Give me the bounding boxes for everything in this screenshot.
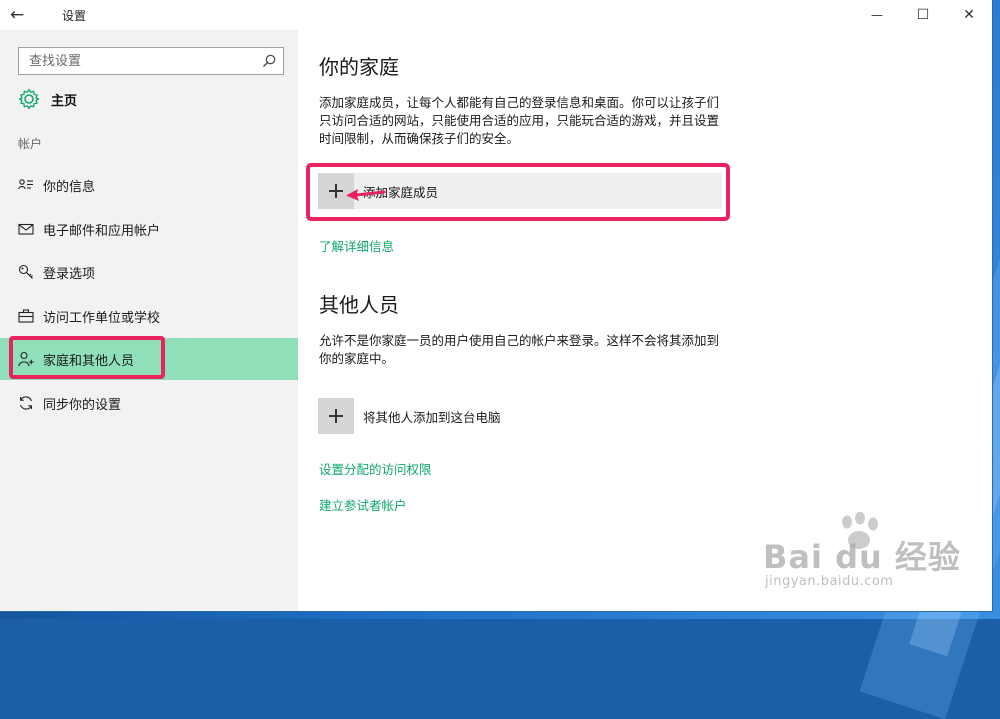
baidu-watermark: Bai du 经验 jingyan.baidu.com bbox=[763, 512, 963, 602]
other-people-description: 允许不是你家庭一员的用户使用自己的帐户来登录。这样不会将其添加到你的家庭中。 bbox=[319, 333, 720, 366]
window-title: 设置 bbox=[62, 9, 87, 23]
watermark-url-text: jingyan.baidu.com bbox=[765, 574, 894, 589]
sync-icon bbox=[19, 396, 33, 410]
maximize-button[interactable]: ☐ bbox=[900, 0, 946, 30]
family-section-title: 你的家庭 bbox=[319, 55, 399, 79]
close-icon: ✕ bbox=[963, 7, 975, 23]
sidebar-item-label: 访问工作单位或学校 bbox=[43, 311, 161, 326]
other-people-section-title: 其他人员 bbox=[319, 293, 399, 317]
minimize-icon: — bbox=[871, 8, 883, 22]
minimize-button[interactable]: — bbox=[854, 0, 900, 30]
maximize-icon: ☐ bbox=[916, 7, 930, 23]
settings-window: ← 设置 — ☐ ✕ 主页 帐户 bbox=[0, 0, 992, 611]
briefcase-icon bbox=[18, 309, 34, 323]
search-icon[interactable] bbox=[261, 53, 277, 69]
kiosk-account-link[interactable]: 建立参试者帐户 bbox=[319, 495, 407, 514]
add-other-person-label: 将其他人添加到这台电脑 bbox=[363, 410, 501, 425]
sidebar-item-email-accounts[interactable]: 电子邮件和应用帐户 bbox=[0, 208, 298, 250]
sidebar: 主页 帐户 你的信息 电子邮件和应用帐户 bbox=[0, 30, 298, 611]
sidebar-item-label: 你的信息 bbox=[43, 180, 96, 195]
highlight-annotation-box bbox=[9, 336, 165, 379]
sidebar-item-label: 电子邮件和应用帐户 bbox=[43, 224, 161, 239]
title-bar: ← 设置 — ☐ ✕ bbox=[0, 0, 992, 30]
sidebar-item-label: 同步你的设置 bbox=[43, 398, 122, 413]
watermark-main-text: Bai du 经验 bbox=[763, 538, 961, 576]
assigned-access-link[interactable]: 设置分配的访问权限 bbox=[319, 459, 432, 478]
search-box[interactable] bbox=[18, 47, 284, 75]
search-input[interactable] bbox=[19, 48, 255, 74]
sidebar-item-sync-settings[interactable]: 同步你的设置 bbox=[0, 382, 298, 424]
gear-icon bbox=[18, 88, 40, 110]
close-button[interactable]: ✕ bbox=[946, 0, 992, 30]
mail-icon bbox=[18, 223, 34, 235]
plus-icon bbox=[318, 398, 354, 434]
sidebar-item-sign-in-options[interactable]: 登录选项 bbox=[0, 251, 298, 293]
annotation-arrow-icon bbox=[346, 189, 386, 201]
person-card-icon bbox=[18, 179, 33, 190]
sidebar-item-work-school[interactable]: 访问工作单位或学校 bbox=[0, 295, 298, 337]
add-other-person-button[interactable]: 将其他人添加到这台电脑 bbox=[318, 398, 722, 434]
learn-more-link[interactable]: 了解详细信息 bbox=[319, 236, 394, 255]
sidebar-item-your-info[interactable]: 你的信息 bbox=[0, 164, 298, 206]
back-arrow-icon: ← bbox=[10, 5, 25, 25]
back-button[interactable]: ← bbox=[10, 3, 46, 27]
key-icon bbox=[18, 264, 33, 279]
family-description: 添加家庭成员，让每个人都能有自己的登录信息和桌面。你可以让孩子们只访问合适的网站… bbox=[319, 95, 720, 146]
section-label-accounts: 帐户 bbox=[18, 137, 43, 151]
sidebar-item-label: 登录选项 bbox=[43, 267, 96, 282]
home-label: 主页 bbox=[51, 94, 78, 109]
